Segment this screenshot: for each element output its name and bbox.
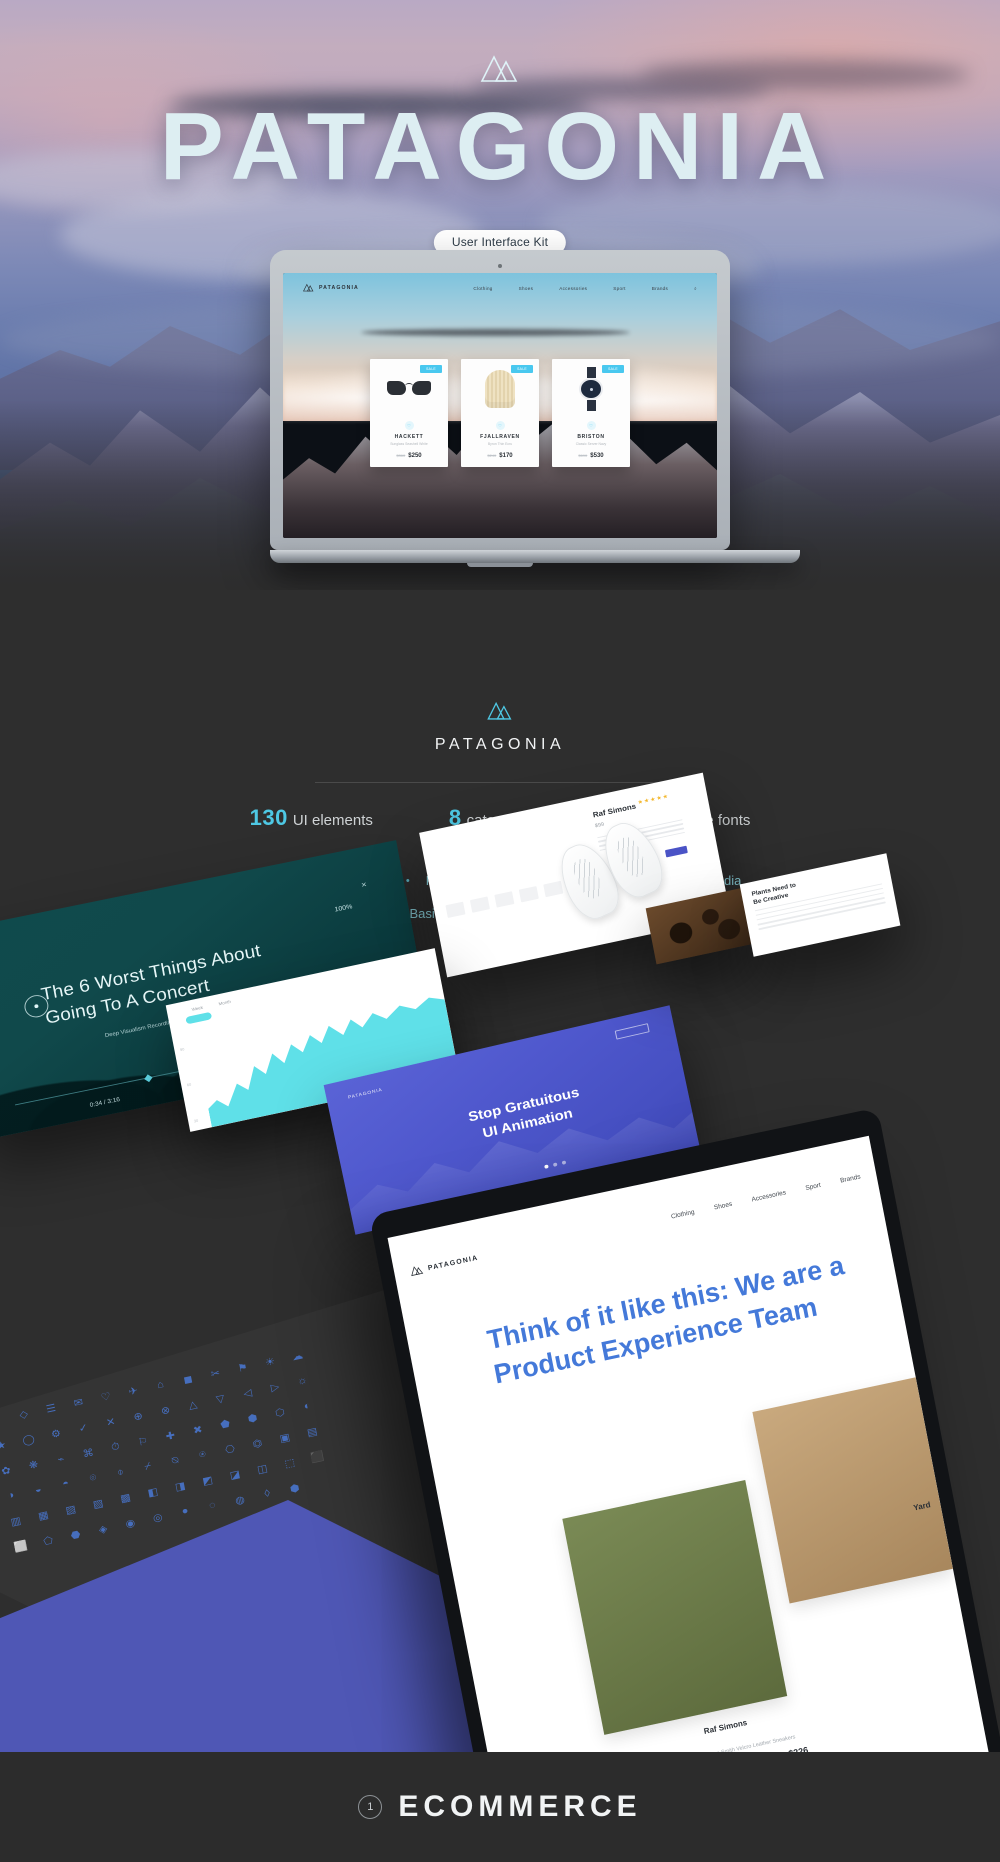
mountain-logo-icon [480, 52, 520, 89]
product-old-price: $360 [396, 453, 406, 458]
site-nav-item-sport[interactable]: Sport [613, 286, 625, 291]
blue-brand-label: PATAGONIA [347, 1087, 384, 1101]
product-subtitle: Classic Server Navy [575, 442, 607, 446]
stat-label: UI elements [292, 812, 373, 829]
tablet-product-image-2[interactable] [752, 1377, 953, 1604]
laptop-mockup: PATAGONIA Clothing Shoes Accessories Spo… [270, 250, 800, 567]
learn-more-button[interactable] [614, 1022, 650, 1040]
product-card-list: SALE ♡ HACKETT Sunglass Seashell White $… [370, 359, 630, 467]
add-to-cart-button[interactable] [664, 845, 688, 858]
search-icon[interactable]: ⌕ [694, 286, 697, 291]
product-subtitle: Sunglass Seashell White [390, 442, 428, 446]
product-new-price: $170 [499, 453, 513, 459]
laptop-body: PATAGONIA Clothing Shoes Accessories Spo… [270, 250, 730, 550]
product-card[interactable]: SALE ♡ BRISTON Classic Server Navy $690 $… [552, 359, 630, 467]
sale-badge: SALE [511, 365, 533, 373]
site-nav-item-accessories[interactable]: Accessories [559, 286, 587, 291]
icon-set-showcase: ✦◇☰✉♡✈⌂◼✂⚑☀☁★◯⚙✓✕⊕⊗△▽◁▷☼✿❋⌁⌘⏱⚐✚✖⬟⬢⬡◐◑◒◓⌾… [0, 1350, 380, 1630]
concert-close-icon[interactable]: ✕ [360, 881, 368, 890]
product-title: FJALLRAVEN [480, 434, 520, 440]
product-subtitle: Byron Thin Ecru [487, 442, 513, 446]
tablet-nav-item-clothing[interactable]: Clothing [671, 1209, 696, 1221]
ui-kit-icon: ⬛ [309, 1450, 325, 1465]
product-new-price: $250 [408, 453, 422, 459]
section-footer: 1 ECOMMERCE [0, 1752, 1000, 1862]
product-old-price: $690 [578, 453, 588, 458]
site-cloud-streak [361, 328, 631, 336]
site-brand[interactable]: PATAGONIA [303, 279, 359, 297]
page-title: PATAGONIA [159, 93, 841, 200]
product-card[interactable]: SALE ♡ FJALLRAVEN Byron Thin Ecru $240 $1… [461, 359, 539, 467]
wishlist-icon[interactable]: ♡ [586, 421, 596, 430]
tablet-brand-label: PATAGONIA [427, 1255, 480, 1273]
chart-tabs: Week Month [191, 999, 231, 1012]
chart-y-tick: 30 [193, 1117, 199, 1124]
tablet-nav-item-shoes[interactable]: Shoes [714, 1201, 733, 1212]
shoe-product-title: Raf Simons [592, 802, 637, 820]
site-brand-label: PATAGONIA [319, 285, 359, 291]
site-nav-item-shoes[interactable]: Shoes [519, 286, 534, 291]
section-number-badge: 1 [358, 1795, 383, 1819]
section-title: ECOMMERCE [398, 1790, 642, 1823]
chart-tab-month[interactable]: Month [218, 999, 231, 1006]
chart-filter-pill[interactable] [184, 1011, 212, 1025]
cloud-band [640, 60, 970, 90]
sale-badge: SALE [602, 365, 624, 373]
tablet-nav-item-sport[interactable]: Sport [805, 1182, 822, 1192]
product-old-price: $240 [487, 453, 497, 458]
hero-section: PATAGONIA User Interface Kit PATAGONIA C… [0, 0, 1000, 590]
chart-tab-week[interactable]: Week [191, 1005, 203, 1012]
tablet-nav-menu: Clothing Shoes Accessories Sport Brands [671, 1174, 862, 1221]
concert-progress: 100% [334, 903, 353, 914]
site-nav-item-brands[interactable]: Brands [652, 286, 668, 291]
wishlist-icon[interactable]: ♡ [404, 421, 414, 430]
shoe-product-price: $99 [594, 822, 605, 830]
tablet-product-title: Raf Simons [703, 1718, 748, 1737]
page-root: PATAGONIA User Interface Kit PATAGONIA C… [0, 0, 1000, 1862]
stat-value: 130 [249, 805, 288, 830]
shoe-thumbnail-list [445, 881, 563, 919]
icon-grid: ✦◇☰✉♡✈⌂◼✂⚑☀☁★◯⚙✓✕⊕⊗△▽◁▷☼✿❋⌁⌘⏱⚐✚✖⬟⬢⬡◐◑◒◓⌾… [0, 1327, 401, 1562]
chart-y-axis: 90 60 30 [179, 1046, 198, 1123]
mountain-logo-icon [0, 700, 1000, 726]
mountain-logo-icon [409, 1264, 424, 1279]
site-navbar: PATAGONIA Clothing Shoes Accessories Spo… [283, 273, 717, 303]
product-price: $360 $250 [370, 453, 448, 459]
product-new-price: $530 [590, 453, 604, 459]
chart-y-tick: 90 [179, 1046, 185, 1052]
wishlist-icon[interactable]: ♡ [495, 421, 505, 430]
ui-kit-icon: ⬢ [288, 1482, 301, 1495]
product-card[interactable]: SALE ♡ HACKETT Sunglass Seashell White $… [370, 359, 448, 467]
tablet-brand[interactable]: PATAGONIA [409, 1252, 479, 1279]
chart-y-tick: 60 [186, 1081, 192, 1088]
tablet-headline: Think of it like this: We are a Product … [484, 1249, 847, 1390]
laptop-notch [467, 563, 533, 567]
product-price: $690 $530 [552, 453, 630, 459]
laptop-base [270, 550, 800, 563]
site-nav-menu: Clothing Shoes Accessories Sport Brands … [473, 286, 697, 291]
product-price: $240 $170 [461, 453, 539, 459]
stat-ui-elements: 130 UI elements [250, 805, 373, 831]
product-title: BRISTON [577, 434, 605, 440]
laptop-camera-icon [498, 264, 502, 268]
rating-stars-icon: ★★★★★ [637, 794, 670, 807]
tablet-nav-item-accessories[interactable]: Accessories [751, 1190, 787, 1204]
tablet-nav-item-brands[interactable]: Brands [840, 1174, 861, 1185]
mountain-logo-icon [303, 279, 314, 297]
tablet-product-image-1[interactable] [562, 1479, 788, 1736]
brand-name: PATAGONIA [434, 736, 566, 753]
site-nav-item-clothing[interactable]: Clothing [473, 286, 492, 291]
product-title: HACKETT [394, 434, 424, 440]
laptop-screen: PATAGONIA Clothing Shoes Accessories Spo… [283, 273, 717, 538]
divider [315, 782, 685, 783]
sale-badge: SALE [420, 365, 442, 373]
